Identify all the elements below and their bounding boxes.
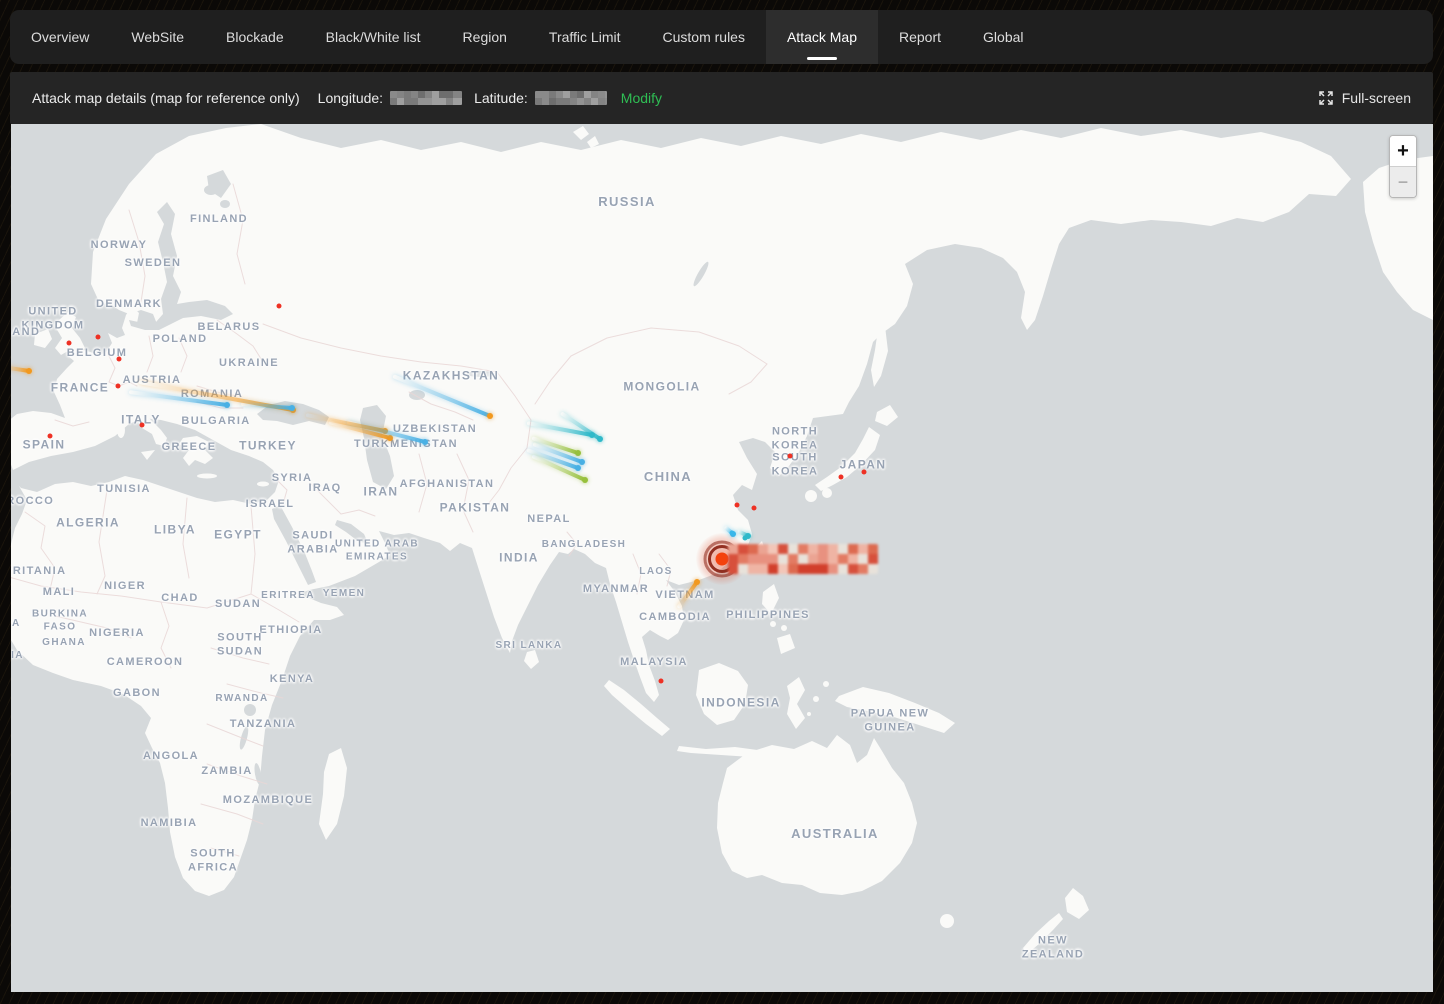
attack-dot-red — [48, 434, 53, 439]
attack-trail-head — [487, 413, 493, 419]
attack-trail-head — [589, 432, 595, 438]
attack-trail-head — [422, 439, 428, 445]
tab-report[interactable]: Report — [878, 10, 962, 64]
fullscreen-button[interactable]: Full-screen — [1318, 90, 1411, 106]
longitude-label: Longitude: — [318, 90, 383, 106]
attack-trail-head — [694, 579, 700, 585]
attack-trail-head — [579, 459, 585, 465]
attack-dot-red — [735, 503, 740, 508]
tab-global[interactable]: Global — [962, 10, 1044, 64]
attack-dot-red — [862, 470, 867, 475]
fullscreen-icon — [1318, 90, 1334, 106]
attack-trail-head — [597, 436, 603, 442]
zoom-control: + − — [1389, 135, 1417, 198]
attack-dot-red — [839, 475, 844, 480]
attack-map[interactable]: RUSSIAFINLANDNORWAYSWEDENDENMARKUNITED K… — [11, 124, 1433, 992]
attack-dot-teal — [743, 536, 748, 541]
attack-dot-red — [96, 335, 101, 340]
zoom-in-button[interactable]: + — [1390, 136, 1416, 166]
zoom-out-button[interactable]: − — [1390, 166, 1416, 197]
attack-dot-red — [117, 357, 122, 362]
attack-dot-red — [277, 304, 282, 309]
tab-custom-rules[interactable]: Custom rules — [642, 10, 766, 64]
tab-region[interactable]: Region — [442, 10, 528, 64]
target-core — [716, 553, 729, 566]
tab-traffic-limit[interactable]: Traffic Limit — [528, 10, 642, 64]
attack-trail-head — [26, 368, 32, 374]
attack-dot-red — [140, 423, 145, 428]
attack-dot-red — [752, 506, 757, 511]
tab-website[interactable]: WebSite — [110, 10, 205, 64]
attack-dot-red — [788, 454, 793, 459]
attack-dot-red — [659, 679, 664, 684]
longitude-value-redacted — [390, 91, 462, 105]
attack-dot-red — [116, 384, 121, 389]
modify-link[interactable]: Modify — [621, 90, 662, 106]
tab-bar: OverviewWebSiteBlockadeBlack/White listR… — [10, 10, 1433, 64]
latitude-value-redacted — [535, 91, 607, 105]
fullscreen-label: Full-screen — [1342, 90, 1411, 106]
attack-trail-head — [289, 405, 295, 411]
attack-trail-head — [224, 402, 230, 408]
toolbar-title: Attack map details (map for reference on… — [32, 90, 300, 106]
attack-trail-head — [575, 465, 581, 471]
target-label-redacted — [728, 544, 878, 574]
tab-attack-map[interactable]: Attack Map — [766, 10, 878, 64]
attack-trail-head — [582, 477, 588, 483]
tab-blockade[interactable]: Blockade — [205, 10, 305, 64]
attack-trail-head — [387, 435, 393, 441]
latitude-label: Latitude: — [474, 90, 528, 106]
tab-overview[interactable]: Overview — [10, 10, 110, 64]
attack-dot-red — [67, 341, 72, 346]
tab-black-white-list[interactable]: Black/White list — [305, 10, 442, 64]
attack-trail-head — [575, 450, 581, 456]
map-toolbar: Attack map details (map for reference on… — [10, 72, 1433, 124]
